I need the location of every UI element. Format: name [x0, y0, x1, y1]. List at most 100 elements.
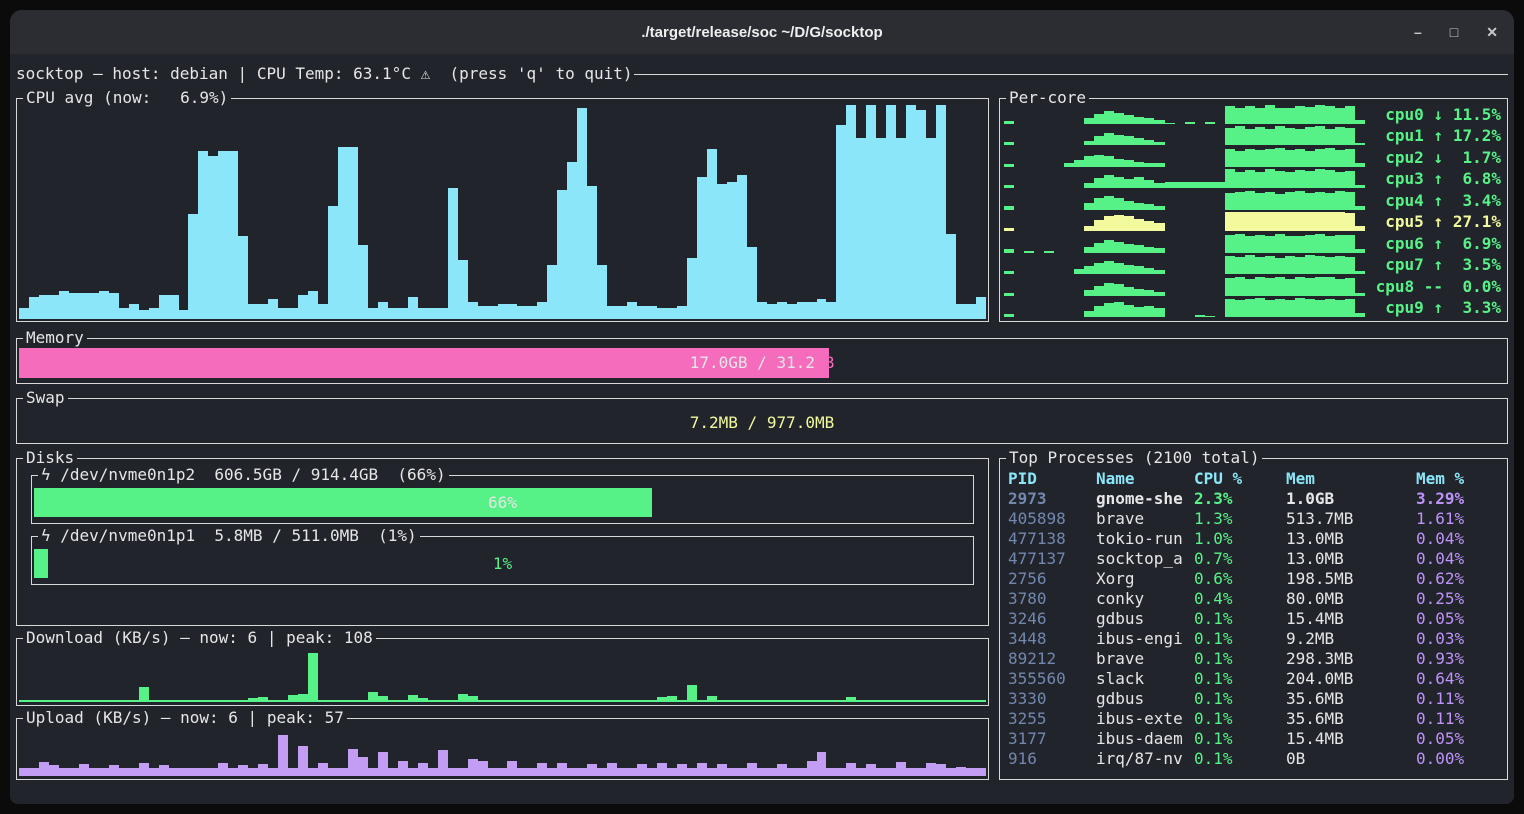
bar — [159, 295, 169, 319]
memory-total-label: GB — [815, 353, 834, 373]
bar — [59, 291, 69, 319]
bar — [876, 700, 886, 702]
bar — [1245, 255, 1255, 274]
bar — [1205, 182, 1215, 189]
bar — [956, 700, 966, 702]
table-row: 3255ibus-exte0.1%35.6MB0.11% — [1008, 709, 1499, 729]
core-arrow-icon: ↑ — [1433, 169, 1443, 188]
bar — [1235, 172, 1245, 188]
cell: 2.3% — [1194, 489, 1286, 509]
bar — [1114, 215, 1124, 231]
process-table-header: PIDNameCPU %MemMem % — [1008, 469, 1499, 489]
bar — [1285, 212, 1295, 231]
bar — [557, 700, 567, 702]
cell: gdbus — [1096, 609, 1194, 629]
bar — [657, 697, 667, 702]
bar — [1265, 300, 1275, 317]
bar — [1225, 278, 1235, 295]
bar — [438, 750, 448, 776]
bar — [1345, 171, 1355, 188]
bar — [378, 302, 388, 319]
bar — [498, 768, 508, 776]
cell: 0.1% — [1194, 629, 1286, 649]
bar — [188, 214, 198, 319]
bar — [926, 138, 936, 319]
bar — [906, 105, 916, 319]
bar — [1255, 127, 1265, 145]
top-processes-panel: Top Processes (2100 total) PIDNameCPU %M… — [999, 458, 1508, 780]
bar — [747, 247, 757, 319]
bar — [408, 695, 418, 702]
bar — [507, 304, 517, 319]
column-header: Mem — [1286, 469, 1416, 489]
bar — [398, 308, 408, 319]
bar — [1325, 236, 1335, 253]
bar — [906, 768, 916, 776]
bar — [1134, 203, 1144, 210]
bar — [557, 190, 567, 319]
bar — [1345, 299, 1355, 317]
bar — [468, 759, 478, 776]
cpu6-sparkline — [1004, 234, 1365, 253]
bar — [368, 768, 378, 776]
window-titlebar[interactable]: ./target/release/soc ~/D/G/socktop – □ ✕ — [10, 10, 1514, 54]
cell: 0.11% — [1416, 689, 1499, 709]
bar — [657, 308, 667, 319]
bar — [488, 768, 498, 776]
bar — [1004, 206, 1014, 209]
core-arrow-icon: ↑ — [1433, 191, 1443, 210]
bar — [1084, 247, 1094, 253]
disk-nvme0n1p2-label: 66% — [34, 488, 971, 517]
bar — [498, 700, 508, 702]
cell: slack — [1096, 669, 1194, 689]
per-core-panel: Per-core cpu0 ↓11.5%cpu1 ↑17.2%cpu2 ↓ 1.… — [999, 98, 1508, 322]
bar — [1315, 300, 1325, 317]
bar — [1355, 313, 1365, 317]
bar — [79, 293, 89, 319]
bar — [966, 304, 976, 319]
bar — [1325, 170, 1335, 188]
bar — [886, 105, 896, 319]
core-name: cpu7 — [1385, 255, 1433, 274]
bar — [468, 302, 478, 319]
bar — [208, 768, 218, 776]
bar — [826, 302, 836, 319]
bar — [1165, 182, 1175, 189]
bar — [577, 108, 587, 319]
bar — [587, 700, 597, 702]
bar — [1315, 169, 1325, 188]
bar — [428, 768, 438, 776]
bar — [1275, 277, 1285, 295]
cell: 0.1% — [1194, 609, 1286, 629]
bar — [478, 700, 488, 702]
bar — [1154, 223, 1164, 232]
bar — [338, 768, 348, 776]
bar — [328, 768, 338, 776]
minimize-icon[interactable]: – — [1414, 24, 1422, 40]
bar — [1245, 170, 1255, 188]
close-icon[interactable]: ✕ — [1486, 24, 1498, 41]
maximize-icon[interactable]: □ — [1450, 24, 1458, 40]
bar — [458, 260, 468, 319]
bar — [198, 700, 208, 702]
core-arrow-icon: ↓ — [1433, 148, 1443, 167]
core-pct: 3.5% — [1443, 255, 1501, 274]
cell: 3780 — [1008, 589, 1096, 609]
bar — [717, 700, 727, 702]
bar — [797, 700, 807, 702]
bar — [29, 297, 39, 319]
cell: 3.29% — [1416, 489, 1499, 509]
disk-nvme0n1p2-bar: 66% — [34, 488, 971, 517]
bar — [1325, 106, 1335, 124]
swap-title: Swap — [23, 388, 68, 408]
bar — [667, 308, 677, 319]
bar — [637, 700, 647, 702]
bar — [79, 764, 89, 776]
bar — [1225, 193, 1235, 210]
bar — [99, 291, 109, 319]
bar — [856, 768, 866, 776]
cell: 916 — [1008, 749, 1096, 769]
core-arrow-icon: ↑ — [1433, 255, 1443, 274]
bar — [1285, 256, 1295, 274]
bar — [1235, 234, 1245, 253]
